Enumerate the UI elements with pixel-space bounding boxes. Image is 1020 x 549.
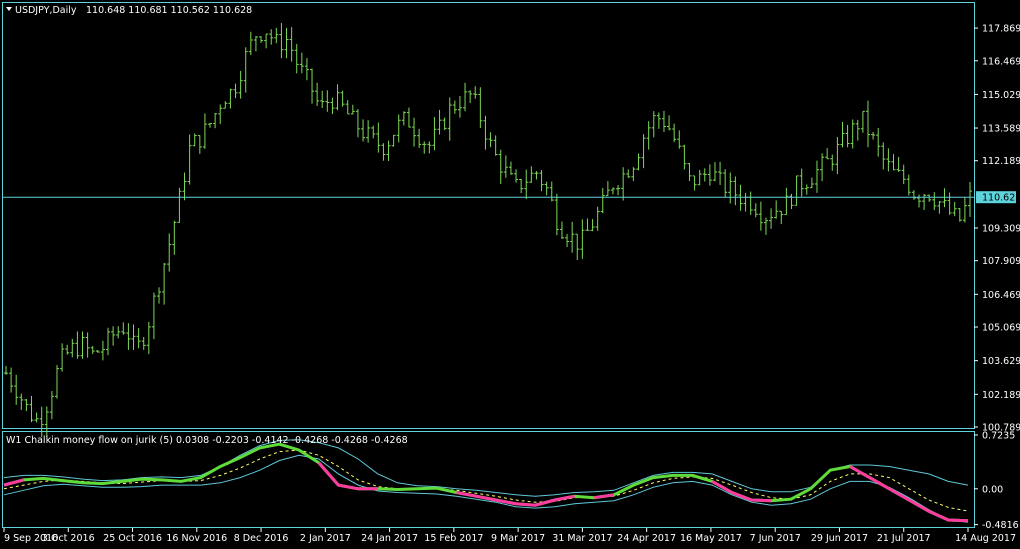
time-axis[interactable]: 9 Sep 20163 Oct 2016 25 Oct 2016 16 Nov 20… — [3, 528, 1016, 544]
time-tick-label: 14 Aug 2017 — [955, 533, 1016, 544]
price-tick-label: 109.309 — [982, 224, 1020, 235]
ohlc-header: 110.648 110.681 110.562 110.628 — [86, 5, 252, 16]
time-tick-label: 3 Oct 2016 — [42, 533, 95, 544]
time-tick-label: 16 May 2017 — [680, 533, 742, 544]
time-tick-label: 21 Jul 2017 — [877, 533, 931, 544]
price-tick-label: 113.589 — [982, 124, 1020, 135]
price-tick-label: 102.189 — [982, 390, 1020, 401]
time-tick-label: 9 Mar 2017 — [491, 533, 545, 544]
price-axis[interactable]: 117.869 116.469 115.029 113.589 112.189 109.3… — [974, 24, 1020, 434]
price-tick-label: 117.869 — [982, 24, 1020, 35]
time-tick-label: 16 Nov 2016 — [166, 533, 227, 544]
indicator-header: W1 Chalkin money flow on jurik (5) 0.030… — [6, 435, 408, 446]
time-tick-label: 24 Apr 2017 — [617, 533, 676, 544]
time-tick-label: 29 Jun 2017 — [811, 533, 868, 544]
price-tick-label: 105.069 — [982, 323, 1020, 334]
time-tick-label: 8 Dec 2016 — [234, 533, 289, 544]
indicator-tick-label: 0.00 — [982, 484, 1003, 495]
price-tick-label: 116.469 — [982, 56, 1020, 67]
time-tick-label: 24 Jan 2017 — [361, 533, 418, 544]
price-panel[interactable] — [2, 2, 975, 429]
price-tick-label: 112.189 — [982, 156, 1020, 167]
time-tick-label: 2 Jan 2017 — [300, 533, 351, 544]
indicator-tick-label: -0.4816 — [982, 520, 1019, 531]
price-tick-label: 106.469 — [982, 290, 1020, 301]
price-tick-label: 115.029 — [982, 90, 1020, 101]
time-tick-label: 25 Oct 2016 — [103, 533, 162, 544]
price-tick-label: 103.629 — [982, 356, 1020, 367]
time-tick-label: 7 Jun 2017 — [750, 533, 801, 544]
indicator-axis[interactable]: 0.7235 0.00 -0.4816 — [974, 430, 1019, 531]
indicator-tick-label: 0.7235 — [982, 430, 1015, 441]
symbol-header: USDJPY,Daily — [15, 5, 77, 16]
time-tick-label: 31 Mar 2017 — [552, 533, 612, 544]
current-price-label: 110.628 — [982, 193, 1020, 204]
trading-chart[interactable]: USDJPY,Daily 110.648 110.681 110.562 110… — [0, 0, 1020, 549]
time-tick-label: 15 Feb 2017 — [424, 533, 483, 544]
price-tick-label: 107.909 — [982, 256, 1020, 267]
